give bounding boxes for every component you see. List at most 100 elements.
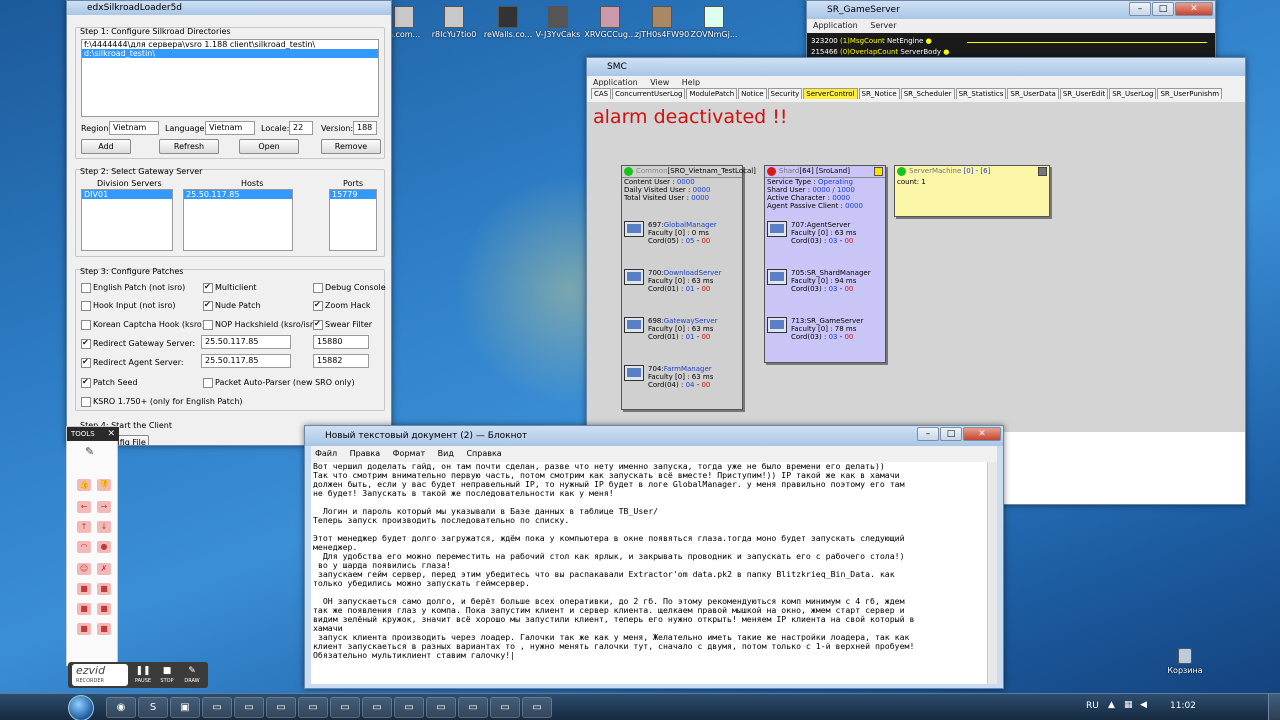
sticker-icon-4[interactable]: ■ [97, 603, 111, 615]
gameserver-titlebar[interactable]: SR_GameServer – □ ✕ [807, 1, 1215, 19]
taskbar-app-icon-7[interactable]: ▭ [362, 697, 392, 718]
nude-patch-checkbox[interactable]: Nude Patch [203, 300, 261, 311]
fail-icon[interactable]: ✗ [97, 563, 111, 575]
taskbar-chrome-icon[interactable]: ◉ [106, 697, 136, 718]
division-item[interactable]: DIV01 [82, 190, 172, 199]
menu-file[interactable]: Файл [315, 449, 337, 458]
start-button[interactable] [68, 695, 94, 720]
sticker-icon-3[interactable]: ■ [77, 603, 91, 615]
tab-sr-statistics[interactable]: SR_Statistics [955, 88, 1007, 99]
menu-view[interactable]: Вид [438, 449, 454, 458]
stop-button[interactable]: ■ STOP [156, 664, 178, 686]
menu-format[interactable]: Формат [393, 449, 425, 458]
pencil-icon[interactable]: ✎ [85, 445, 99, 459]
tab-sr-scheduler[interactable]: SR_Scheduler [900, 88, 955, 99]
division-list[interactable]: DIV01 [81, 189, 173, 251]
draw-button[interactable]: ✎ DRAW [180, 664, 204, 686]
notepad-window[interactable]: Новый текстовый документ (2) — Блокнот –… [304, 425, 1004, 689]
tab-sr-userlog[interactable]: SR_UserLog [1109, 88, 1157, 99]
ksro-checkbox[interactable]: KSRO 1.750+ (only for English Patch) [81, 397, 243, 407]
menu-edit[interactable]: Правка [350, 449, 380, 458]
tab-concurrentuserlog[interactable]: ConcurrentUserLog [612, 88, 686, 99]
port-item[interactable]: 15779 [330, 190, 376, 199]
close-icon[interactable]: ✕ [1175, 2, 1213, 16]
taskbar-app-icon-8[interactable]: ▭ [394, 697, 424, 718]
zoom-hack-checkbox[interactable]: Zoom Hack [313, 300, 371, 311]
sticker-icon-6[interactable]: ■ [97, 623, 111, 635]
directory-item-0[interactable]: f:\4444444\для сервера\vsro 1.188 client… [82, 40, 378, 49]
desktop-icon-6[interactable]: ZOVNmGj... [684, 6, 744, 39]
tab-sr-notice[interactable]: SR_Notice [858, 88, 900, 99]
taskbar-app-icon-3[interactable]: ▭ [234, 697, 264, 718]
tab-security[interactable]: Security [767, 88, 803, 99]
english-patch-checkbox[interactable]: English Patch (not isro) [81, 283, 185, 293]
thumb-down-icon[interactable]: 👎 [97, 479, 111, 491]
pause-button[interactable]: ❚❚ PAUSE [132, 664, 154, 686]
common-node[interactable]: Common[SRO_Vietnam_TestLocal] Content Us… [621, 165, 756, 410]
menu-server[interactable]: Server [870, 21, 896, 30]
tools-close-icon[interactable]: ✕ [107, 427, 115, 441]
desktop-icon-4[interactable]: XRVGCCug... [580, 6, 640, 39]
arrow-up-icon[interactable]: ↑ [77, 521, 91, 533]
taskbar-app-icon-2[interactable]: ▭ [202, 697, 232, 718]
version-field[interactable]: 188 [353, 121, 377, 135]
region-field[interactable]: Vietnam [109, 121, 159, 135]
sticker-icon-2[interactable]: ■ [97, 583, 111, 595]
packet-parser-checkbox[interactable]: Packet Auto-Parser (new SRO only) [203, 378, 355, 388]
host-item[interactable]: 25.50.117.85 [184, 190, 292, 199]
agent-port-field[interactable]: 15882 [313, 354, 369, 368]
headphones-icon[interactable]: ◠ [77, 541, 91, 553]
loader-window[interactable]: edxSilkroadLoader5d Step 1: Configure Si… [66, 0, 392, 446]
hosts-list[interactable]: 25.50.117.85 [183, 189, 293, 251]
notepad-scrollbar[interactable] [987, 462, 997, 684]
tab-cas[interactable]: CAS [591, 88, 612, 99]
smc-titlebar[interactable]: SMC [587, 58, 1245, 76]
recycle-bin-icon[interactable]: Корзина [1155, 648, 1215, 675]
minimize-icon[interactable]: – [1129, 2, 1151, 16]
arrow-right-icon[interactable]: → [97, 501, 111, 513]
menu-help[interactable]: Справка [466, 449, 501, 458]
arrow-left-icon[interactable]: ← [77, 501, 91, 513]
tab-notice[interactable]: Notice [738, 88, 767, 99]
notepad-text-area[interactable]: Вот чершил доделать гайд, он там почти с… [311, 462, 987, 684]
network-icon[interactable]: ▦ [1124, 700, 1133, 710]
patch-seed-checkbox[interactable]: Patch Seed [81, 377, 138, 388]
tab-modulepatch[interactable]: ModulePatch [686, 88, 738, 99]
add-button[interactable]: Add [81, 139, 131, 154]
desktop-icon-3[interactable]: V-J3YvCaks [528, 6, 588, 39]
sticker-icon-1[interactable]: ■ [77, 583, 91, 595]
gateway-ip-field[interactable]: 25.50.117.85 [201, 335, 291, 349]
tab-sr-useredit[interactable]: SR_UserEdit [1059, 88, 1109, 99]
tray-arrow-icon[interactable]: ▲ [1108, 700, 1115, 710]
desktop-icon-5[interactable]: zjTH0s4FW90 [632, 6, 692, 39]
smile-icon[interactable]: ☺ [77, 563, 91, 575]
server-machine-node[interactable]: ServerMachine [0] - [6] count: 1 [894, 165, 1050, 217]
loader-titlebar[interactable]: edxSilkroadLoader5d [67, 1, 391, 15]
taskbar-app-icon-10[interactable]: ▭ [458, 697, 488, 718]
taskbar-app-icon-9[interactable]: ▭ [426, 697, 456, 718]
taskbar-skype-icon[interactable]: S [138, 697, 168, 718]
locale-field[interactable]: 22 [289, 121, 313, 135]
taskbar-app-icon-12[interactable]: ▭ [522, 697, 552, 718]
volume-icon[interactable]: ◀ [1140, 700, 1147, 710]
taskbar-app-icon-6[interactable]: ▭ [330, 697, 360, 718]
taskbar-app-icon-4[interactable]: ▭ [266, 697, 296, 718]
lightbulb-icon[interactable]: ● [97, 541, 111, 553]
taskbar-app-icon-5[interactable]: ▭ [298, 697, 328, 718]
menu-application[interactable]: Application [813, 21, 858, 30]
sticker-icon-5[interactable]: ■ [77, 623, 91, 635]
remove-button[interactable]: Remove [321, 139, 381, 154]
desktop-icon-1[interactable]: r8IcYu7tio0 [424, 6, 484, 39]
tab-sr-userdata[interactable]: SR_UserData [1007, 88, 1059, 99]
open-button[interactable]: Open [239, 139, 299, 154]
multiclient-checkbox[interactable]: Multiclient [203, 282, 257, 293]
clock[interactable]: 11:02 [1170, 701, 1196, 711]
hook-input-checkbox[interactable]: Hook Input (not isro) [81, 301, 176, 311]
agent-ip-field[interactable]: 25.50.117.85 [201, 354, 291, 368]
redirect-gateway-checkbox[interactable]: Redirect Gateway Server: [81, 338, 195, 349]
close-icon[interactable]: ✕ [963, 427, 1001, 441]
korean-captcha-checkbox[interactable]: Korean Captcha Hook (ksro) [81, 320, 205, 330]
show-desktop-button[interactable] [1268, 694, 1280, 720]
ports-list[interactable]: 15779 [329, 189, 377, 251]
notepad-titlebar[interactable]: Новый текстовый документ (2) — Блокнот –… [305, 426, 1003, 446]
